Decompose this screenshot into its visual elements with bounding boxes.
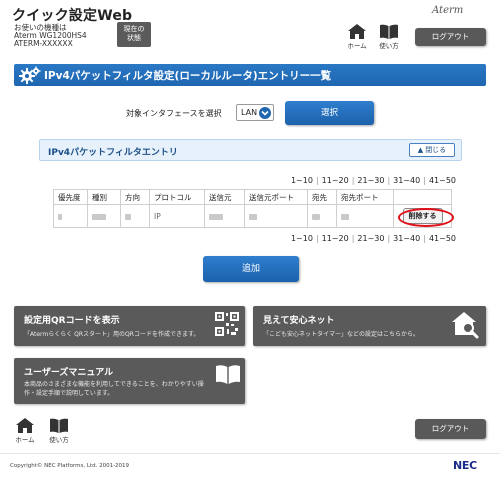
header-manual-link[interactable]: 使い方: [376, 24, 402, 52]
cell-source: [204, 204, 245, 228]
app-title: クイック設定Web: [12, 8, 133, 24]
current-status-button[interactable]: 現在の 状態: [117, 22, 151, 47]
cell-priority: [53, 204, 88, 228]
pager-link[interactable]: 41~50: [429, 176, 456, 185]
cell-type: [87, 204, 121, 228]
entry-table: 優先度 種別 方向 プロトコル 送信元 送信元ポート 宛先 宛先ポート IP 削…: [53, 189, 452, 228]
entry-panel-title: IPv4パケットフィルタエントリ: [48, 148, 178, 158]
footer-divider: [0, 453, 500, 454]
cell-action: 削除する: [393, 204, 452, 228]
pager-link[interactable]: 31~40: [393, 234, 420, 243]
header: クイック設定Web お使いの機種は Aterm WG1200HS4 ATERM-…: [0, 0, 500, 56]
col-source-port: 送信元ポート: [244, 189, 308, 205]
col-priority: 優先度: [53, 189, 88, 205]
footer-home-link[interactable]: ホーム: [12, 418, 38, 446]
manual-card-desc-1: 本商品のさまざまな機能を利用してできることを、わかりやすい操: [24, 381, 204, 388]
close-panel-label: 閉じる: [425, 146, 447, 154]
home-label: ホーム: [347, 42, 367, 50]
pager-link[interactable]: 21~30: [357, 234, 384, 243]
qr-code-icon: [215, 312, 239, 336]
col-destination: 宛先: [307, 189, 337, 205]
col-source: 送信元: [204, 189, 245, 205]
page-title: IPv4パケットフィルタ設定(ローカルルータ)エントリー一覧: [44, 70, 332, 82]
cell-destination: [307, 204, 337, 228]
book-icon: [50, 418, 68, 433]
home-icon: [16, 418, 34, 433]
status-button-label: 現在の 状態: [123, 25, 145, 42]
footer-logout-button[interactable]: ログアウト: [415, 419, 486, 439]
interface-select[interactable]: LAN: [236, 104, 274, 121]
header-logout-button[interactable]: ログアウト: [415, 28, 486, 46]
pager-link[interactable]: 31~40: [393, 176, 420, 185]
interface-select-value: LAN: [241, 108, 258, 117]
col-protocol: プロトコル: [149, 189, 205, 205]
safety-net-card[interactable]: 見えて安心ネット 「こども安心ネットタイマー」などの設定はこちらから。: [253, 306, 486, 346]
safety-card-title: 見えて安心ネット: [263, 316, 335, 326]
col-action: [393, 189, 452, 205]
col-direction: 方向: [120, 189, 150, 205]
book-icon: [380, 24, 398, 39]
cell-protocol: IP: [149, 204, 205, 228]
entry-panel-header: IPv4パケットフィルタエントリ ▲ 閉じる: [39, 139, 462, 161]
col-destination-port: 宛先ポート: [336, 189, 394, 205]
select-interface-button[interactable]: 選択: [285, 101, 374, 125]
add-entry-button[interactable]: 追加: [203, 256, 299, 282]
col-type: 種別: [87, 189, 121, 205]
pager-top: 1~10 | 11~20 | 21~30 | 31~40 | 41~50: [290, 176, 456, 185]
qr-code-card[interactable]: 設定用QRコードを表示 「Atermらくらく QRスタート」用のQRコードを作成…: [14, 306, 245, 346]
manual-card-desc-2: 作・設定手順で説明しています。: [24, 390, 114, 397]
interface-label: 対象インタフェースを選択: [126, 109, 222, 118]
pager-bottom: 1~10 | 11~20 | 21~30 | 31~40 | 41~50: [290, 234, 456, 243]
manual-card-title: ユーザーズマニュアル: [24, 368, 114, 378]
manual-label: 使い方: [379, 42, 399, 50]
home-icon: [348, 24, 366, 39]
pager-link[interactable]: 11~20: [322, 176, 349, 185]
qr-card-title: 設定用QRコードを表示: [24, 316, 120, 326]
chevron-up-icon: ▲: [417, 146, 424, 154]
manual-label: 使い方: [49, 436, 69, 444]
footer-manual-link[interactable]: 使い方: [46, 418, 72, 446]
close-panel-button[interactable]: ▲ 閉じる: [409, 143, 455, 157]
delete-entry-button[interactable]: 削除する: [402, 208, 443, 224]
table-row: IP 削除する: [53, 204, 452, 228]
pager-link[interactable]: 21~30: [357, 176, 384, 185]
safety-card-desc: 「こども安心ネットタイマー」などの設定はこちらから。: [263, 331, 420, 338]
chevron-down-icon: [259, 107, 271, 119]
house-search-icon: [452, 312, 479, 339]
page-title-bar: IPv4パケットフィルタ設定(ローカルルータ)エントリー一覧: [14, 64, 486, 86]
table-header-row: 優先度 種別 方向 プロトコル 送信元 送信元ポート 宛先 宛先ポート: [53, 189, 452, 205]
model-serial: ATERM-XXXXXX: [14, 39, 73, 48]
cell-destination-port: [336, 204, 394, 228]
users-manual-card[interactable]: ユーザーズマニュアル 本商品のさまざまな機能を利用してできることを、わかりやすい…: [14, 358, 245, 404]
header-home-link[interactable]: ホーム: [344, 24, 370, 52]
nec-logo: NEC: [453, 459, 477, 472]
pager-link[interactable]: 11~20: [322, 234, 349, 243]
pager-link[interactable]: 41~50: [429, 234, 456, 243]
cell-source-port: [244, 204, 308, 228]
gear-icon: [19, 66, 41, 84]
copyright: Copyright© NEC Platforms, Ltd. 2001-2019: [10, 463, 130, 469]
open-book-icon: [216, 365, 240, 384]
pager-link[interactable]: 1~10: [291, 234, 313, 243]
pager-link[interactable]: 1~10: [291, 176, 313, 185]
home-label: ホーム: [15, 436, 35, 444]
qr-card-desc: 「Atermらくらく QRスタート」用のQRコードを作成できます。: [24, 331, 200, 338]
aterm-logo: Aterm: [432, 5, 464, 16]
cell-direction: [120, 204, 150, 228]
